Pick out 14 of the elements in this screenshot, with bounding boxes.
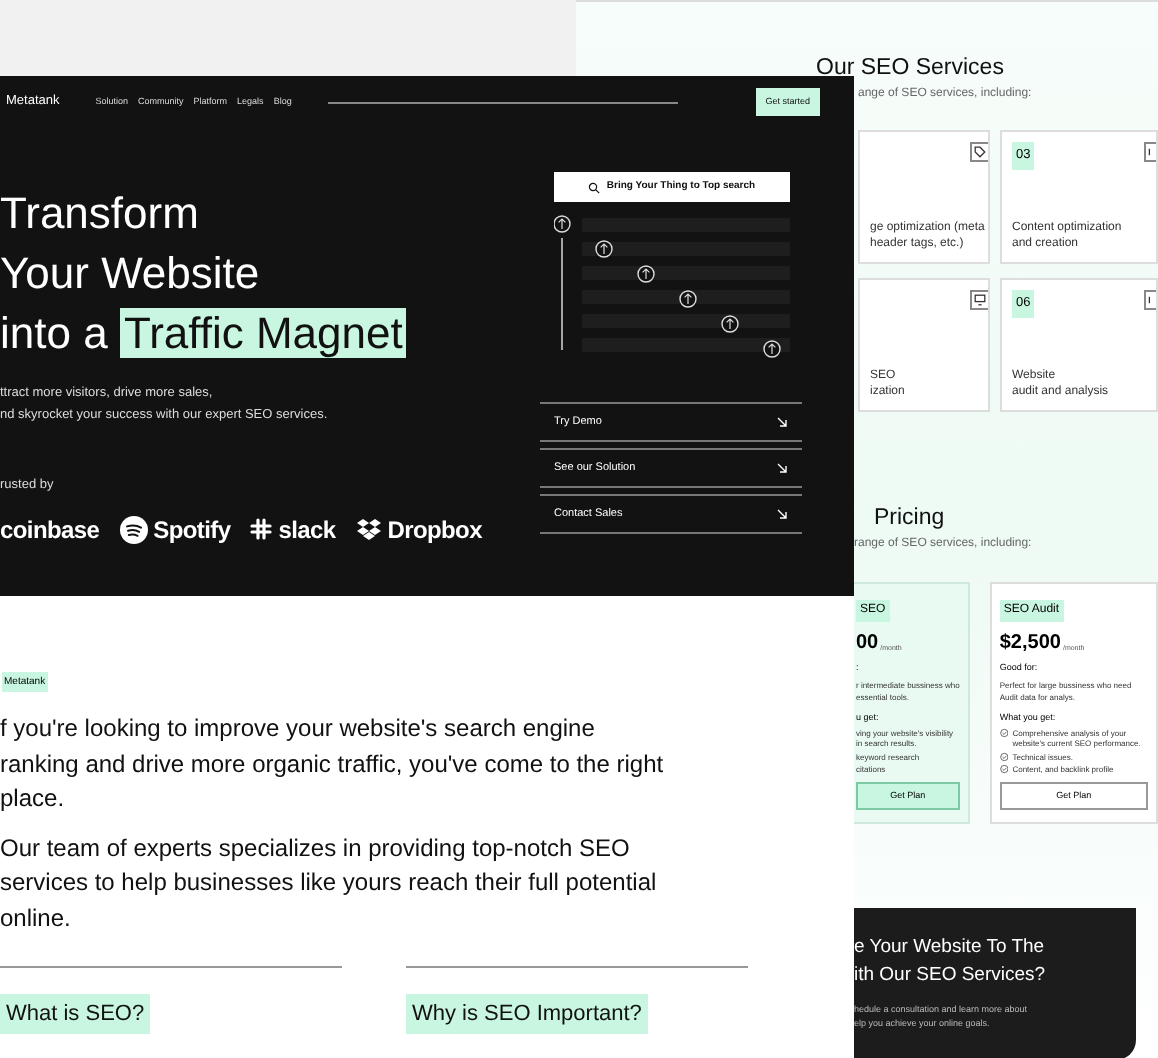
- brand-logo-text: Dropbox: [387, 513, 482, 548]
- hero-title: Transform Your Website into a Traffic Magnet: [0, 186, 409, 362]
- plan-price: 00: [856, 632, 879, 654]
- brand-logo-text: slack: [278, 513, 336, 548]
- faq-heading[interactable]: What is SEO?: [0, 994, 151, 1034]
- plan-price: $2,500: [999, 632, 1061, 654]
- about-paragraph: Our team of experts specializes in providing top-notch SEO services to help businesses like yours reach their full potential online.: [0, 831, 659, 935]
- brand-logo-text: coinbase: [0, 513, 100, 548]
- about-paragraph: f you're looking to improve your website's search engine ranking and drive more organic traffic, you've come to the right place.: [0, 712, 666, 816]
- section-title: Pricing: [874, 504, 947, 532]
- brand-logo-text: Spotify: [153, 513, 231, 548]
- faq-heading[interactable]: Why is SEO Important?: [406, 994, 648, 1034]
- section-title: Our SEO Services: [816, 54, 1006, 82]
- cta-title: e Your Website To The ith Our SEO Services?: [854, 934, 1048, 990]
